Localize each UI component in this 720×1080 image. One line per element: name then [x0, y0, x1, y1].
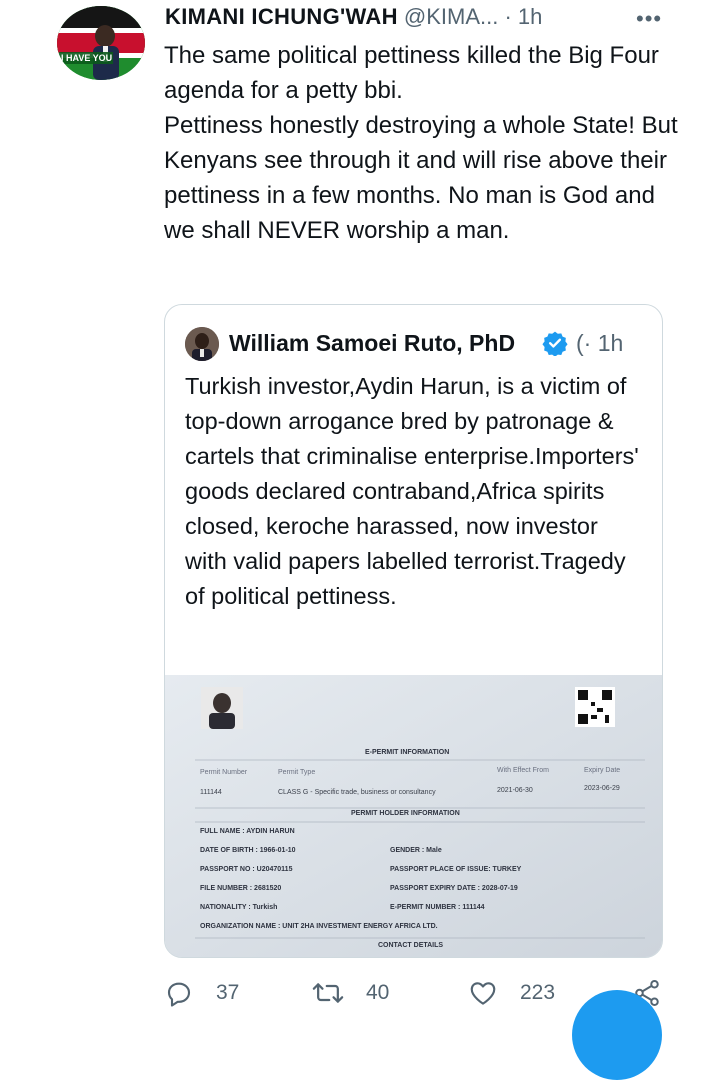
holder-place-of-issue: PASSPORT PLACE OF ISSUE: TURKEY [390, 866, 522, 873]
quoted-tweet-text: Turkish investor,Aydin Harun, is a victi… [185, 373, 639, 609]
retweet-button[interactable]: 40 [312, 978, 402, 1008]
author-avatar[interactable]: I HAVE YOU [57, 6, 145, 80]
permit-heading: E-PERMIT INFORMATION [365, 749, 450, 756]
holder-passport-expiry: PASSPORT EXPIRY DATE : 2028-07-19 [390, 885, 518, 892]
like-icon [470, 982, 496, 1005]
permit-value-expiry: 2023-06-29 [584, 785, 620, 792]
tweet-text-line: Pettiness honestly destroying a whole St… [164, 112, 678, 244]
permit-col-expiry: Expiry Date [584, 767, 621, 774]
holder-file-number: FILE NUMBER : 2681520 [200, 885, 282, 892]
holder-epermit-number: E-PERMIT NUMBER : 111144 [390, 904, 485, 911]
holder-dob: DATE OF BIRTH : 1966-01-10 [200, 847, 296, 854]
permit-value-type: CLASS G - Specific trade, business or co… [278, 789, 436, 796]
tweet-text-line: The same political pettiness killed the … [164, 42, 659, 104]
quoted-tweet-timestamp[interactable]: (· 1h [576, 330, 623, 357]
permit-col-effect: With Effect From [497, 767, 549, 774]
quoted-tweet[interactable]: William Samoei Ruto, PhD (· 1h Turkish i… [164, 304, 663, 958]
permit-value-effect: 2021-06-30 [497, 787, 533, 794]
quoted-author-name[interactable]: William Samoei Ruto, PhD [229, 330, 515, 357]
retweet-count: 40 [366, 981, 390, 1004]
like-count: 223 [520, 981, 556, 1004]
author-handle[interactable]: @KIMA... [404, 4, 498, 29]
quoted-author-avatar[interactable] [185, 327, 219, 361]
reply-button[interactable]: 37 [164, 978, 244, 1008]
compose-fab-button[interactable] [572, 990, 662, 1080]
holder-organization: ORGANIZATION NAME : UNIT 2HA INVESTMENT … [200, 923, 438, 930]
author-name[interactable]: KIMANI ICHUNG'WAH [165, 4, 398, 29]
holder-heading: PERMIT HOLDER INFORMATION [351, 810, 460, 817]
like-button[interactable]: 223 [468, 978, 568, 1008]
tweet-text: The same political pettiness killed the … [164, 38, 684, 248]
avatar-badge-text: I HAVE YOU [61, 53, 112, 63]
verified-badge-icon [542, 331, 568, 356]
permit-col-number: Permit Number [200, 769, 248, 776]
retweet-icon [312, 983, 344, 1003]
avatar-image: I HAVE YOU [57, 6, 145, 80]
holder-gender: GENDER : Male [390, 847, 442, 854]
reply-icon [167, 982, 191, 1007]
holder-full-name: FULL NAME : AYDIN HARUN [200, 828, 295, 835]
reply-count: 37 [216, 981, 240, 1004]
permit-document-image[interactable]: E-PERMIT INFORMATION Permit Number Permi… [165, 675, 662, 957]
permit-col-type: Permit Type [278, 769, 316, 776]
holder-nationality: NATIONALITY : Turkish [200, 904, 278, 911]
holder-passport-no: PASSPORT NO : U20470115 [200, 866, 293, 873]
tweet-header: KIMANI ICHUNG'WAH @KIMA... · 1h [165, 4, 542, 32]
permit-value-number: 111144 [200, 789, 222, 796]
tweet-timestamp[interactable]: · 1h [504, 4, 542, 29]
more-icon[interactable]: ••• [636, 6, 662, 32]
contact-heading: CONTACT DETAILS [378, 942, 444, 949]
